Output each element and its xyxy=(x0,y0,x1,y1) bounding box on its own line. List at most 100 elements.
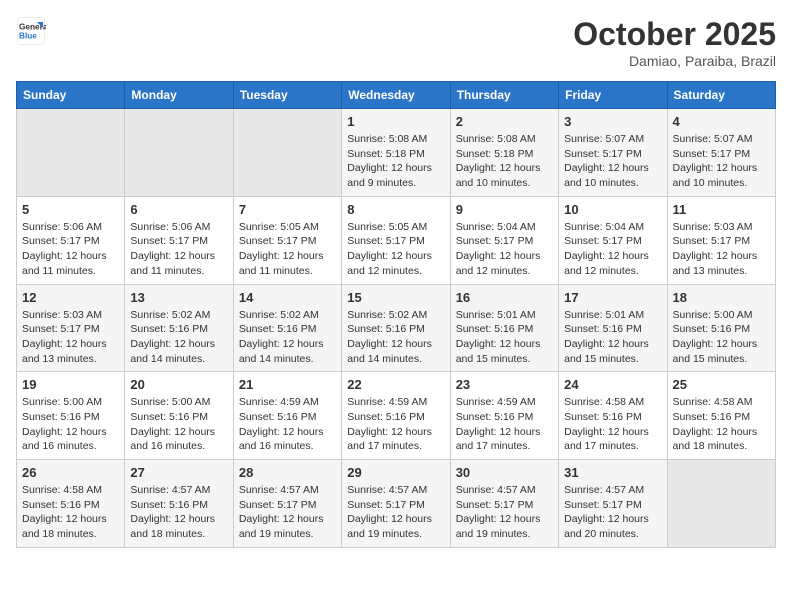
calendar-cell: 16 Sunrise: 5:01 AM Sunset: 5:16 PM Dayli… xyxy=(450,284,558,372)
calendar-cell xyxy=(667,460,775,548)
calendar-body: 1 Sunrise: 5:08 AM Sunset: 5:18 PM Daylig… xyxy=(17,109,776,548)
day-number: 4 xyxy=(673,114,770,129)
day-info: Sunrise: 5:02 AM Sunset: 5:16 PM Dayligh… xyxy=(347,308,444,367)
day-number: 9 xyxy=(456,202,553,217)
calendar-cell: 29Sunrise: 4:57 AM Sunset: 5:17 PM Dayli… xyxy=(342,460,450,548)
calendar-cell: 28 Sunrise: 4:57 AM Sunset: 5:17 PM Dayli… xyxy=(233,460,341,548)
day-number: 5 xyxy=(22,202,119,217)
day-number: 2 xyxy=(456,114,553,129)
day-info: Sunrise: 5:01 AM Sunset: 5:16 PM Dayligh… xyxy=(456,308,553,367)
day-info: Sunrise: 5:04 AM Sunset: 5:17 PM Dayligh… xyxy=(456,220,553,279)
calendar-cell: 14 Sunrise: 5:02 AM Sunset: 5:16 PM Dayli… xyxy=(233,284,341,372)
day-number: 28 xyxy=(239,465,336,480)
calendar-cell: 21Sunrise: 4:59 AM Sunset: 5:16 PM Dayli… xyxy=(233,372,341,460)
day-info: Sunrise: 5:00 AM Sunset: 5:16 PM Dayligh… xyxy=(130,395,227,454)
weekday-header-cell: Sunday xyxy=(17,82,125,109)
weekday-header-cell: Monday xyxy=(125,82,233,109)
calendar-cell: 8 Sunrise: 5:05 AM Sunset: 5:17 PM Daylig… xyxy=(342,196,450,284)
calendar-cell: 17Sunrise: 5:01 AM Sunset: 5:16 PM Dayli… xyxy=(559,284,667,372)
calendar-week-row: 1 Sunrise: 5:08 AM Sunset: 5:18 PM Daylig… xyxy=(17,109,776,197)
calendar-cell xyxy=(125,109,233,197)
day-info: Sunrise: 4:57 AM Sunset: 5:17 PM Dayligh… xyxy=(456,483,553,542)
weekday-header-cell: Saturday xyxy=(667,82,775,109)
day-info: Sunrise: 5:04 AM Sunset: 5:17 PM Dayligh… xyxy=(564,220,661,279)
logo-icon: General Blue xyxy=(16,16,46,46)
day-number: 1 xyxy=(347,114,444,129)
calendar-week-row: 19 Sunrise: 5:00 AM Sunset: 5:16 PM Dayli… xyxy=(17,372,776,460)
logo: General Blue xyxy=(16,16,46,46)
month-title: October 2025 xyxy=(573,16,776,53)
calendar-cell: 26Sunrise: 4:58 AM Sunset: 5:16 PM Dayli… xyxy=(17,460,125,548)
day-number: 20 xyxy=(130,377,227,392)
day-number: 17 xyxy=(564,290,661,305)
day-info: Sunrise: 5:05 AM Sunset: 5:17 PM Dayligh… xyxy=(347,220,444,279)
calendar-cell: 22 Sunrise: 4:59 AM Sunset: 5:16 PM Dayli… xyxy=(342,372,450,460)
title-block: October 2025 Damiao, Paraiba, Brazil xyxy=(573,16,776,69)
day-info: Sunrise: 5:08 AM Sunset: 5:18 PM Dayligh… xyxy=(456,132,553,191)
day-info: Sunrise: 5:00 AM Sunset: 5:16 PM Dayligh… xyxy=(22,395,119,454)
day-number: 19 xyxy=(22,377,119,392)
day-info: Sunrise: 4:57 AM Sunset: 5:17 PM Dayligh… xyxy=(239,483,336,542)
day-number: 18 xyxy=(673,290,770,305)
day-number: 15 xyxy=(347,290,444,305)
day-number: 8 xyxy=(347,202,444,217)
calendar-cell xyxy=(17,109,125,197)
calendar-cell: 18 Sunrise: 5:00 AM Sunset: 5:16 PM Dayli… xyxy=(667,284,775,372)
day-info: Sunrise: 4:59 AM Sunset: 5:16 PM Dayligh… xyxy=(456,395,553,454)
day-info: Sunrise: 5:00 AM Sunset: 5:16 PM Dayligh… xyxy=(673,308,770,367)
calendar-cell: 11 Sunrise: 5:03 AM Sunset: 5:17 PM Dayli… xyxy=(667,196,775,284)
day-info: Sunrise: 4:59 AM Sunset: 5:16 PM Dayligh… xyxy=(239,395,336,454)
day-info: Sunrise: 4:57 AM Sunset: 5:16 PM Dayligh… xyxy=(130,483,227,542)
calendar-cell: 20 Sunrise: 5:00 AM Sunset: 5:16 PM Dayli… xyxy=(125,372,233,460)
day-info: Sunrise: 5:02 AM Sunset: 5:16 PM Dayligh… xyxy=(130,308,227,367)
day-number: 14 xyxy=(239,290,336,305)
day-info: Sunrise: 5:05 AM Sunset: 5:17 PM Dayligh… xyxy=(239,220,336,279)
day-info: Sunrise: 5:07 AM Sunset: 5:17 PM Dayligh… xyxy=(564,132,661,191)
day-number: 25 xyxy=(673,377,770,392)
calendar-cell: 15 Sunrise: 5:02 AM Sunset: 5:16 PM Dayli… xyxy=(342,284,450,372)
calendar-cell: 27 Sunrise: 4:57 AM Sunset: 5:16 PM Dayli… xyxy=(125,460,233,548)
day-info: Sunrise: 5:02 AM Sunset: 5:16 PM Dayligh… xyxy=(239,308,336,367)
day-number: 26 xyxy=(22,465,119,480)
page-header: General Blue October 2025 Damiao, Paraib… xyxy=(16,16,776,69)
calendar-cell: 23Sunrise: 4:59 AM Sunset: 5:16 PM Dayli… xyxy=(450,372,558,460)
day-info: Sunrise: 5:06 AM Sunset: 5:17 PM Dayligh… xyxy=(130,220,227,279)
calendar-cell: 24Sunrise: 4:58 AM Sunset: 5:16 PM Dayli… xyxy=(559,372,667,460)
day-number: 6 xyxy=(130,202,227,217)
calendar-cell: 6 Sunrise: 5:06 AM Sunset: 5:17 PM Daylig… xyxy=(125,196,233,284)
day-number: 30 xyxy=(456,465,553,480)
calendar-cell: 7 Sunrise: 5:05 AM Sunset: 5:17 PM Daylig… xyxy=(233,196,341,284)
svg-text:Blue: Blue xyxy=(19,32,37,41)
calendar-week-row: 12Sunrise: 5:03 AM Sunset: 5:17 PM Dayli… xyxy=(17,284,776,372)
day-info: Sunrise: 4:59 AM Sunset: 5:16 PM Dayligh… xyxy=(347,395,444,454)
calendar-cell: 5 Sunrise: 5:06 AM Sunset: 5:17 PM Daylig… xyxy=(17,196,125,284)
calendar-cell: 13Sunrise: 5:02 AM Sunset: 5:16 PM Dayli… xyxy=(125,284,233,372)
day-number: 31 xyxy=(564,465,661,480)
day-number: 24 xyxy=(564,377,661,392)
calendar-cell: 12Sunrise: 5:03 AM Sunset: 5:17 PM Dayli… xyxy=(17,284,125,372)
day-number: 3 xyxy=(564,114,661,129)
day-number: 7 xyxy=(239,202,336,217)
day-info: Sunrise: 5:08 AM Sunset: 5:18 PM Dayligh… xyxy=(347,132,444,191)
day-number: 10 xyxy=(564,202,661,217)
location: Damiao, Paraiba, Brazil xyxy=(573,53,776,69)
day-number: 16 xyxy=(456,290,553,305)
calendar-cell: 1 Sunrise: 5:08 AM Sunset: 5:18 PM Daylig… xyxy=(342,109,450,197)
day-info: Sunrise: 5:03 AM Sunset: 5:17 PM Dayligh… xyxy=(22,308,119,367)
day-number: 11 xyxy=(673,202,770,217)
calendar-cell: 19 Sunrise: 5:00 AM Sunset: 5:16 PM Dayli… xyxy=(17,372,125,460)
weekday-header-cell: Thursday xyxy=(450,82,558,109)
day-number: 22 xyxy=(347,377,444,392)
calendar-table: SundayMondayTuesdayWednesdayThursdayFrid… xyxy=(16,81,776,548)
weekday-header-cell: Friday xyxy=(559,82,667,109)
calendar-cell: 30 Sunrise: 4:57 AM Sunset: 5:17 PM Dayli… xyxy=(450,460,558,548)
calendar-cell: 2 Sunrise: 5:08 AM Sunset: 5:18 PM Daylig… xyxy=(450,109,558,197)
calendar-cell: 3 Sunrise: 5:07 AM Sunset: 5:17 PM Daylig… xyxy=(559,109,667,197)
day-info: Sunrise: 4:57 AM Sunset: 5:17 PM Dayligh… xyxy=(347,483,444,542)
calendar-cell xyxy=(233,109,341,197)
calendar-cell: 25Sunrise: 4:58 AM Sunset: 5:16 PM Dayli… xyxy=(667,372,775,460)
day-info: Sunrise: 5:06 AM Sunset: 5:17 PM Dayligh… xyxy=(22,220,119,279)
weekday-header-row: SundayMondayTuesdayWednesdayThursdayFrid… xyxy=(17,82,776,109)
day-number: 27 xyxy=(130,465,227,480)
day-info: Sunrise: 5:03 AM Sunset: 5:17 PM Dayligh… xyxy=(673,220,770,279)
